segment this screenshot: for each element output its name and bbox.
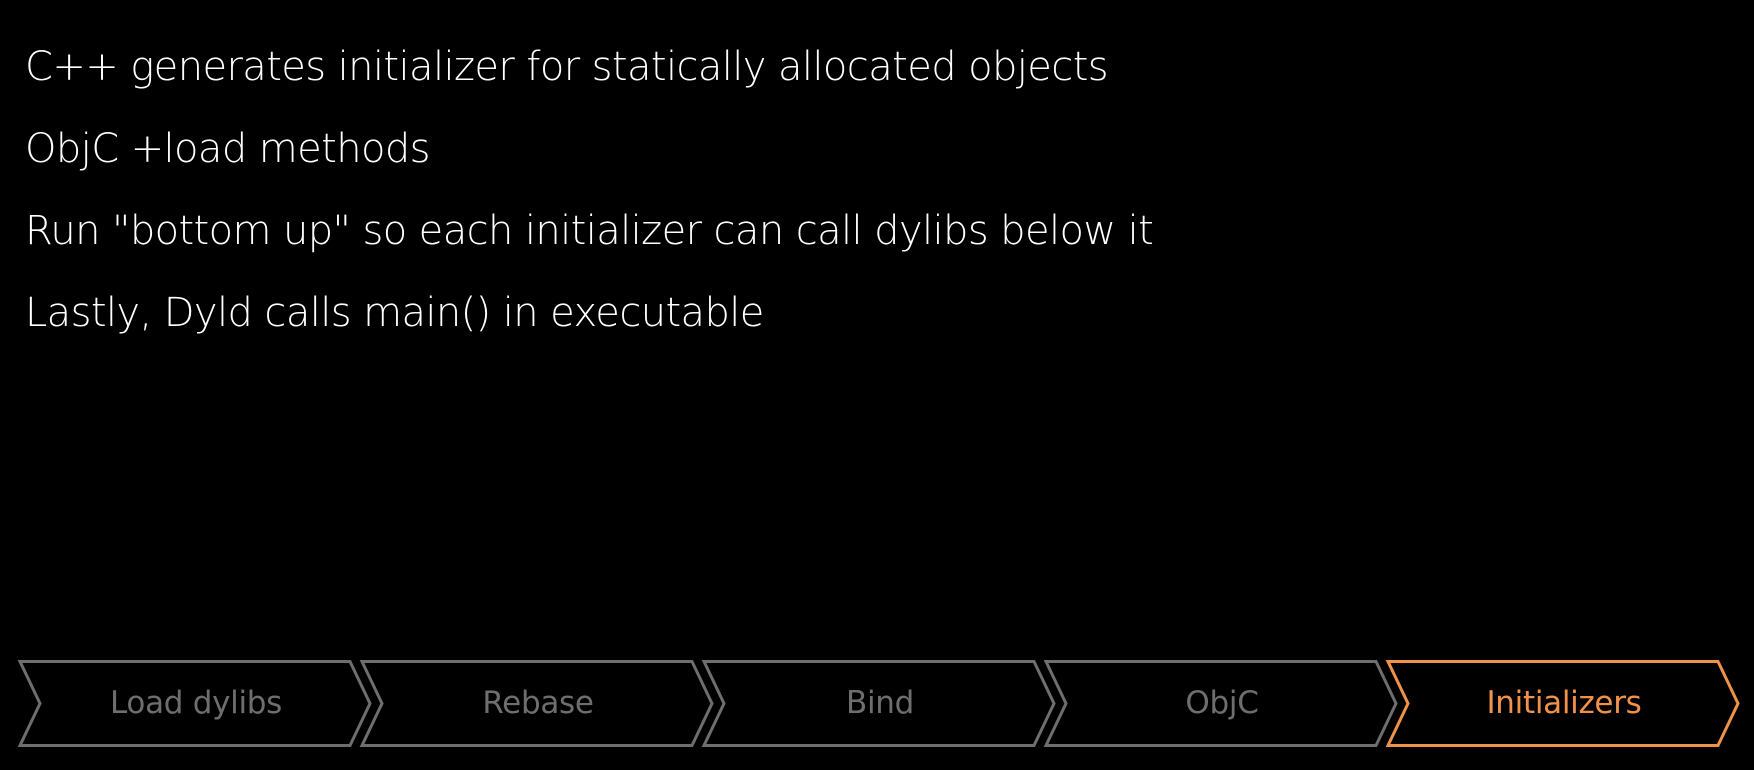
step-label-load-dylibs: Load dylibs [110,685,282,721]
bullet-item: C++ generates initializer for statically… [25,44,1109,90]
step-label-rebase: Rebase [482,685,594,721]
bullet-item: Run "bottom up" so each initializer can … [25,208,1154,254]
bullet-item: Lastly, Dyld calls main() in executable [25,290,764,336]
bullet-list: C++ generates initializer for statically… [25,26,1154,354]
step-label-initializers: Initializers [1486,685,1642,721]
launch-pipeline: Load dylibs Rebase Bind ObjC Initializer… [17,660,1740,747]
bullet-item: ObjC +load methods [25,126,430,172]
step-label-bind: Bind [845,685,914,721]
step-label-objc: ObjC [1185,685,1259,721]
